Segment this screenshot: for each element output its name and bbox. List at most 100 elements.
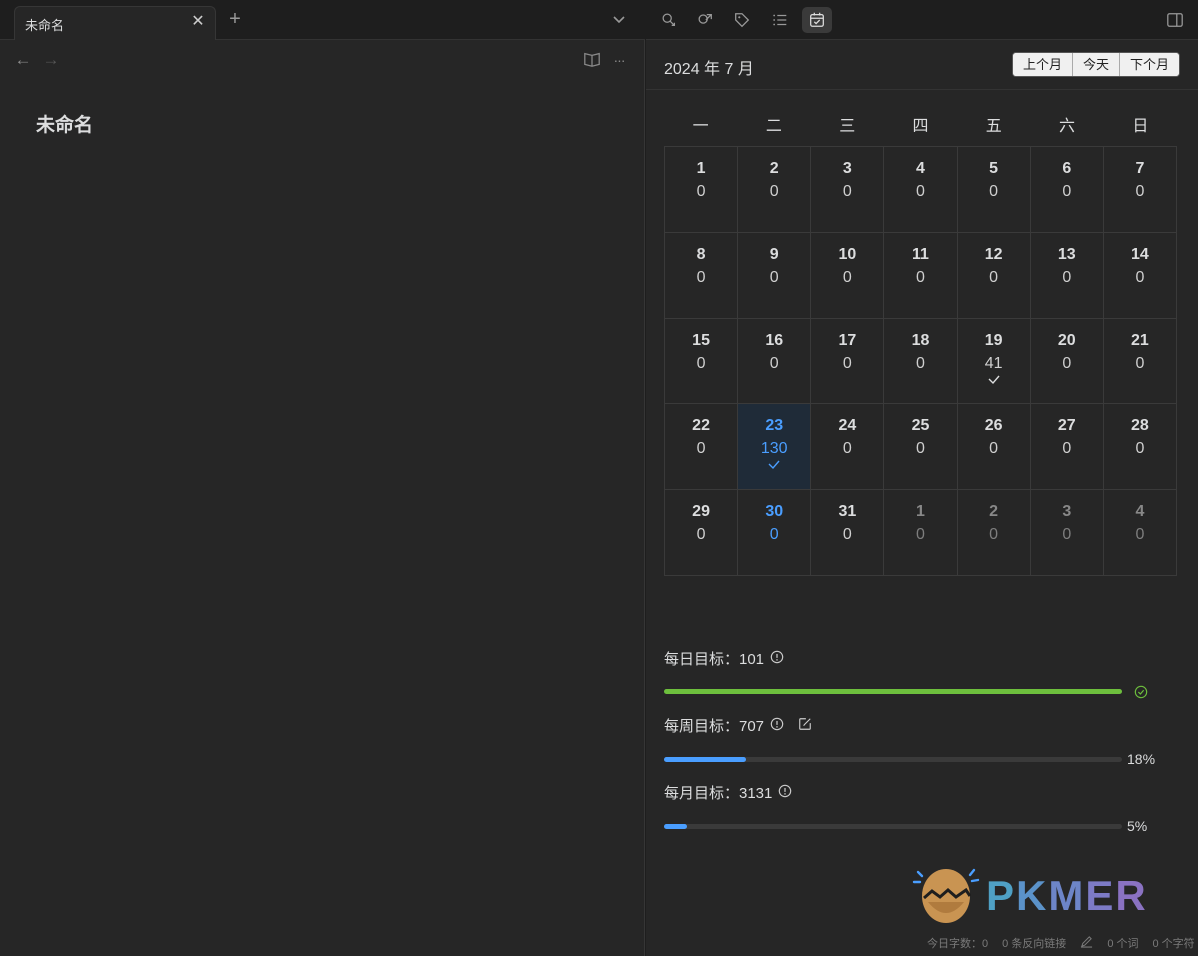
day-number: 13 [1057, 245, 1076, 263]
calendar-day-cell[interactable]: 30 [1030, 490, 1104, 576]
calendar-day-cell[interactable]: 90 [738, 232, 812, 319]
day-word-count: 130 [760, 440, 788, 458]
info-icon[interactable] [770, 650, 784, 668]
calendar-day-cell[interactable]: 20 [738, 147, 812, 233]
calendar-day-cell[interactable]: 29 0 [665, 490, 739, 576]
forward-button[interactable]: → [41, 50, 61, 70]
close-icon[interactable]: ✕ [189, 13, 207, 31]
calendar-day-cell[interactable]: 30 0 [738, 490, 812, 576]
calendar-day-cell[interactable]: 60 [1030, 147, 1104, 233]
day-number: 1 [696, 160, 706, 177]
weekday-label: 六 [1059, 118, 1076, 135]
calendar-day-cell[interactable]: 80 [665, 232, 739, 319]
edit-icon[interactable] [798, 717, 812, 735]
calendar-grid: 1 0 2 0 3 0 4 0 5 0 6 0 7 0 8 0 9 0 10 0 11 0 12 0 13 0 14 0 15 0 16 0 1… [664, 146, 1177, 576]
more-options-button[interactable]: ··· [608, 50, 630, 70]
day-word-count: 0 [916, 268, 925, 286]
info-icon[interactable] [778, 784, 792, 802]
chevron-down-icon[interactable] [610, 10, 628, 28]
calendar-day-cell[interactable]: 27 0 [1030, 404, 1104, 491]
char-count: 0 个字符 [1152, 938, 1195, 950]
day-word-count: 0 [916, 354, 925, 372]
pkmer-logo: PKMER [912, 862, 1174, 924]
sidebar-toolbar [646, 0, 1198, 40]
calendar-day-cell[interactable]: 30 [811, 147, 885, 233]
weekday-label: 一 [692, 118, 709, 135]
day-number: 3 [842, 160, 852, 177]
tab-title: 未命名 [25, 18, 65, 33]
calendar-day-cell[interactable]: 20 [957, 490, 1031, 576]
daily-goal: 每日目标：101 [664, 648, 1184, 700]
day-word-count: 0 [696, 526, 706, 544]
day-word-count: 0 [989, 526, 999, 544]
calendar-day-cell[interactable]: 12 0 [957, 232, 1031, 319]
monthly-goal-fill [664, 824, 687, 829]
weekly-goal-text: 每周目标：707 [664, 718, 765, 735]
calendar-day-cell[interactable]: 19 41 [957, 318, 1031, 405]
day-number: 11 [912, 245, 929, 263]
day-number: 25 [911, 417, 930, 435]
day-word-count: 0 [1062, 268, 1072, 286]
day-word-count: 0 [916, 440, 925, 458]
calendar-day-cell[interactable]: 15 0 [665, 318, 739, 405]
calendar-day-cell[interactable]: 10 0 [811, 232, 885, 319]
day-number: 15 [692, 331, 710, 349]
status-bar: 今日字数：0 0 条反向链接 0 个词 0 个字符 [927, 934, 1195, 952]
calendar-day-cell[interactable]: 13 0 [1030, 232, 1104, 319]
calendar-day-cell[interactable]: 23 130 [738, 404, 812, 491]
tags-icon[interactable] [727, 7, 757, 33]
calendar-day-cell[interactable]: 40 [1103, 490, 1177, 576]
calendar-day-cell[interactable]: 10 [665, 147, 739, 233]
day-number: 16 [765, 331, 784, 349]
calendar-day-cell[interactable]: 70 [1103, 147, 1177, 233]
calendar-day-cell[interactable]: 31 0 [811, 490, 885, 576]
prev-month-button[interactable]: 上个月 [1013, 53, 1074, 76]
calendar-day-cell[interactable]: 26 0 [957, 404, 1031, 491]
calendar-day-cell[interactable]: 17 0 [811, 318, 885, 405]
calendar-day-cell[interactable]: 25 0 [884, 404, 958, 491]
page-title[interactable]: 未命名 [36, 110, 93, 137]
day-word-count: 0 [696, 183, 706, 200]
day-word-count: 0 [989, 183, 999, 200]
day-word-count: 0 [842, 440, 852, 458]
calendar-icon[interactable] [802, 7, 832, 33]
backlink-icon[interactable] [654, 7, 684, 33]
goal-reached-check-icon [988, 375, 1000, 384]
day-word-count: 0 [696, 268, 706, 286]
calendar-day-cell[interactable]: 50 [957, 147, 1031, 233]
outline-icon[interactable] [765, 7, 795, 33]
reading-view-icon[interactable] [581, 50, 603, 70]
new-tab-button[interactable]: + [225, 8, 245, 30]
calendar-day-cell[interactable]: 28 0 [1103, 404, 1177, 491]
pencil-icon[interactable] [1080, 935, 1093, 951]
calendar-day-cell[interactable]: 14 0 [1103, 232, 1177, 319]
tab-untitled[interactable]: 未命名 ✕ [14, 6, 216, 40]
day-number: 8 [696, 245, 706, 263]
day-number: 22 [692, 417, 710, 435]
today-button[interactable]: 今天 [1073, 53, 1121, 76]
next-month-button[interactable]: 下个月 [1120, 53, 1180, 76]
calendar-day-cell[interactable]: 40 [884, 147, 958, 233]
info-icon[interactable] [770, 717, 784, 735]
day-number: 2 [769, 160, 779, 177]
outgoing-link-icon[interactable] [690, 7, 720, 33]
sidebar-toggle-icon[interactable] [1160, 7, 1190, 33]
backlinks-count[interactable]: 0 条反向链接 [1002, 935, 1066, 951]
day-number: 29 [692, 503, 710, 521]
editor-pane: 未命名 ✕ + ← → ··· 未命名 [0, 0, 645, 956]
calendar-day-cell[interactable]: 11 0 [884, 232, 958, 319]
daily-goal-fill [664, 689, 1122, 694]
calendar-day-cell[interactable]: 10 [884, 490, 958, 576]
calendar-day-cell[interactable]: 24 0 [811, 404, 885, 491]
day-number: 4 [916, 160, 925, 177]
calendar-day-cell[interactable]: 20 0 [1030, 318, 1104, 405]
calendar-day-cell[interactable]: 21 0 [1103, 318, 1177, 405]
day-word-count: 0 [1135, 526, 1145, 544]
day-number: 24 [838, 417, 857, 435]
calendar-day-cell[interactable]: 18 0 [884, 318, 958, 405]
back-button[interactable]: ← [13, 50, 33, 70]
day-number: 31 [838, 503, 857, 521]
calendar-day-cell[interactable]: 16 0 [738, 318, 812, 405]
calendar-day-cell[interactable]: 22 0 [665, 404, 739, 491]
day-number: 27 [1057, 417, 1076, 435]
